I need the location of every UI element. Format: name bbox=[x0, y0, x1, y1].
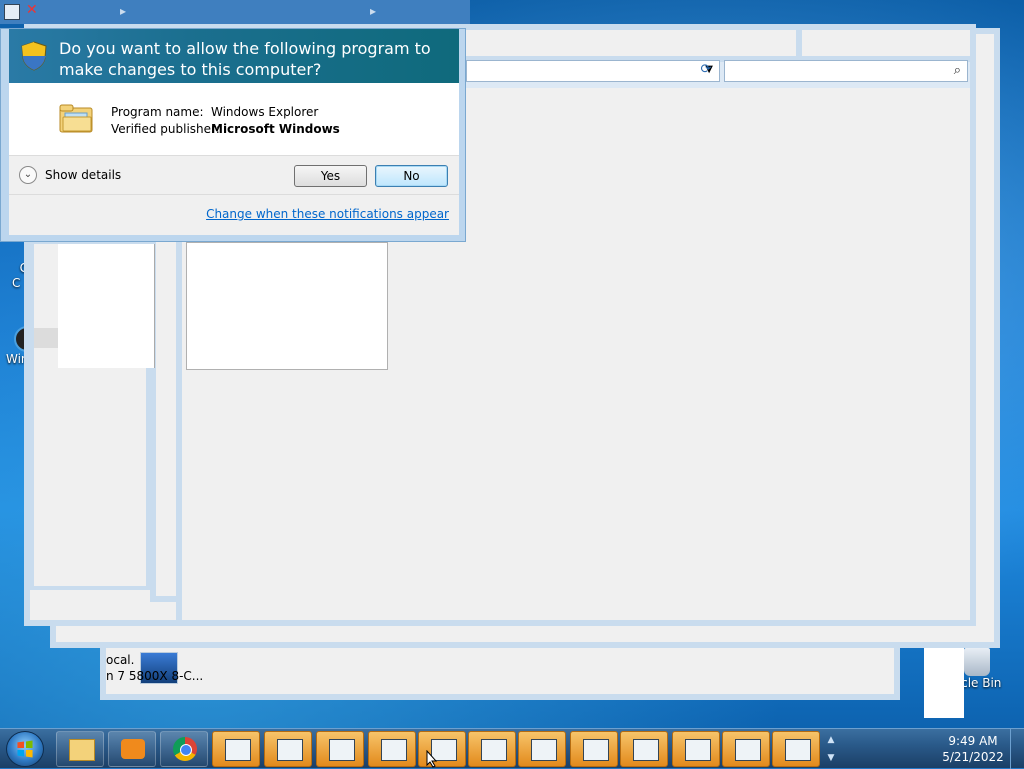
taskbar-window-12[interactable] bbox=[772, 731, 820, 767]
search-icon: ⌕ bbox=[953, 63, 961, 78]
program-name-value: Windows Explorer bbox=[211, 105, 319, 119]
cursor-icon bbox=[426, 750, 438, 768]
program-name-label: Program name: bbox=[111, 105, 204, 119]
taskbar-window-7[interactable] bbox=[518, 731, 566, 767]
taskbar-scroll[interactable]: ▲ ▼ bbox=[824, 731, 838, 767]
uac-body: Program name: Windows Explorer Verified … bbox=[9, 83, 459, 235]
window-icon bbox=[481, 739, 507, 761]
close-icon[interactable]: ✕ bbox=[26, 2, 38, 18]
window-icon bbox=[277, 739, 303, 761]
clock-date: 5/21/2022 bbox=[942, 750, 1004, 764]
folder-icon bbox=[59, 104, 93, 133]
uac-dialog: Do you want to allow the following progr… bbox=[0, 28, 466, 242]
uac-title: Do you want to allow the following progr… bbox=[59, 39, 431, 79]
system-clock[interactable]: 9:49 AM 5/21/2022 bbox=[940, 733, 1006, 765]
search-input[interactable]: ⌕ bbox=[724, 60, 968, 82]
shield-icon bbox=[21, 41, 47, 71]
taskbar-explorer[interactable] bbox=[56, 731, 104, 767]
taskbar: ▲ ▼ 9:49 AM 5/21/2022 bbox=[0, 728, 1024, 769]
window-icon bbox=[4, 4, 20, 20]
window-icon bbox=[685, 739, 711, 761]
ghost-sliver bbox=[924, 648, 964, 718]
uac-footer: Change when these notifications appear bbox=[9, 195, 459, 235]
publisher-value: Microsoft Windows bbox=[211, 122, 340, 136]
chevron-right-icon: ▸ bbox=[370, 4, 377, 18]
nav-pane-ghost bbox=[30, 240, 155, 590]
address-bar[interactable]: ▼ bbox=[466, 60, 720, 82]
window-icon bbox=[531, 739, 557, 761]
chevron-down-icon[interactable]: ⌄ bbox=[19, 166, 37, 184]
taskbar-window-11[interactable] bbox=[722, 731, 770, 767]
window-icon bbox=[735, 739, 761, 761]
clock-time: 9:49 AM bbox=[948, 734, 998, 748]
window-icon bbox=[381, 739, 407, 761]
media-player-icon bbox=[121, 739, 145, 759]
no-button[interactable]: No bbox=[375, 165, 448, 187]
chevron-up-icon[interactable]: ▲ bbox=[824, 731, 838, 749]
breadcrumb-strip: ✕ ▸ ▸ bbox=[0, 0, 470, 24]
taskbar-window-2[interactable] bbox=[264, 731, 312, 767]
yes-button[interactable]: Yes bbox=[294, 165, 367, 187]
change-notifications-link[interactable]: Change when these notifications appear bbox=[206, 207, 449, 221]
taskbar-chrome[interactable] bbox=[160, 731, 208, 767]
taskbar-window-1[interactable] bbox=[212, 731, 260, 767]
window-icon bbox=[329, 739, 355, 761]
chrome-icon bbox=[173, 737, 197, 761]
chevron-right-icon: ▸ bbox=[120, 4, 127, 18]
uac-actions: ⌄ Show details Yes No bbox=[9, 155, 459, 195]
chevron-down-icon[interactable]: ▼ bbox=[824, 749, 838, 767]
taskbar-media-player[interactable] bbox=[108, 731, 156, 767]
taskbar-window-6[interactable] bbox=[468, 731, 516, 767]
show-details-button[interactable]: Show details bbox=[45, 168, 121, 182]
computer-description: ocal. n 7 5800X 8-C... bbox=[106, 653, 204, 683]
window-icon bbox=[225, 739, 251, 761]
uac-header: Do you want to allow the following progr… bbox=[9, 29, 459, 83]
refresh-icon[interactable]: ⟳ bbox=[696, 62, 716, 80]
taskbar-window-9[interactable] bbox=[620, 731, 668, 767]
windows-logo-icon bbox=[17, 740, 33, 758]
window-icon bbox=[633, 739, 659, 761]
window-icon bbox=[785, 739, 811, 761]
taskbar-window-10[interactable] bbox=[672, 731, 720, 767]
start-button[interactable] bbox=[6, 731, 44, 767]
recycle-bin-icon bbox=[964, 648, 990, 676]
taskbar-window-3[interactable] bbox=[316, 731, 364, 767]
publisher-label: Verified publisher: bbox=[111, 122, 220, 136]
explorer-icon bbox=[69, 739, 95, 761]
content-pane bbox=[186, 242, 388, 370]
uac-program-info: Program name: Windows Explorer Verified … bbox=[9, 83, 459, 155]
window-icon bbox=[583, 739, 609, 761]
taskbar-window-4[interactable] bbox=[368, 731, 416, 767]
taskbar-window-8[interactable] bbox=[570, 731, 618, 767]
show-desktop-button[interactable] bbox=[1010, 729, 1024, 769]
